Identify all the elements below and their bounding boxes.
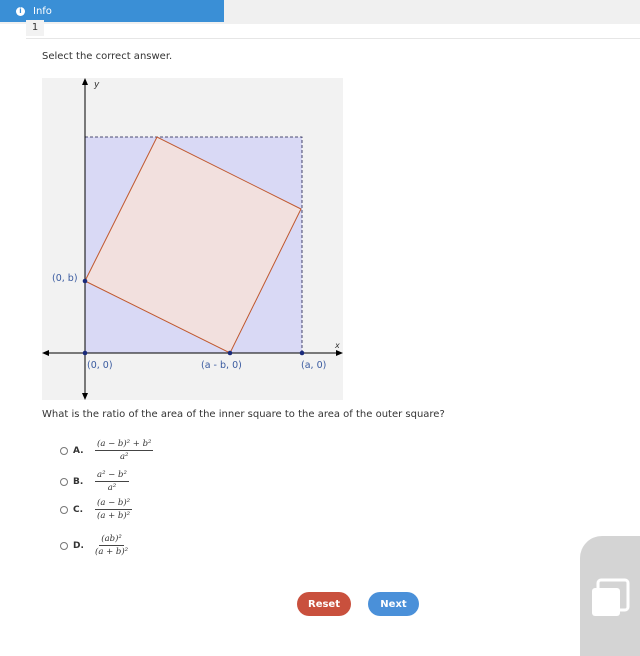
option-letter: A.: [73, 446, 84, 456]
radio-c[interactable]: [60, 506, 68, 514]
option-b-fraction: a² − b² a²: [95, 470, 129, 494]
radio-b[interactable]: [60, 478, 68, 486]
radio-a[interactable]: [60, 447, 68, 455]
denominator: a²: [107, 483, 117, 493]
option-b[interactable]: B. a² − b² a²: [60, 470, 129, 494]
option-a-fraction: (a − b)² + b² a²: [95, 439, 154, 463]
label-a-zero: (a, 0): [301, 360, 326, 371]
info-tab[interactable]: i Info: [0, 0, 224, 22]
next-button[interactable]: Next: [368, 592, 419, 616]
option-letter: B.: [73, 477, 84, 487]
option-letter: C.: [73, 505, 84, 515]
divider: [26, 38, 640, 39]
numerator: (a − b)²: [95, 498, 133, 510]
point-zero-b: [82, 278, 88, 284]
info-label: Info: [33, 5, 52, 17]
radio-d[interactable]: [60, 542, 68, 550]
option-d-fraction: (ab)² (a + b)²: [95, 534, 128, 558]
instruction-text: Select the correct answer.: [42, 51, 173, 62]
numerator: a² − b²: [95, 470, 129, 482]
denominator: a²: [119, 452, 129, 462]
reset-button[interactable]: Reset: [297, 592, 351, 616]
numerator: (ab)²: [99, 534, 124, 546]
label-zero-b: (0, b): [52, 273, 78, 284]
question-text: What is the ratio of the area of the inn…: [42, 409, 445, 420]
label-a-minus-b: (a - b, 0): [201, 360, 242, 371]
option-c-fraction: (a − b)² (a + b)²: [95, 498, 133, 522]
numerator: (a − b)² + b²: [95, 439, 154, 451]
point-a-zero: [299, 350, 305, 356]
coordinate-figure: y x (0, b) (0, 0) (a - b, 0) (a, 0): [42, 78, 343, 400]
y-axis-label: y: [93, 80, 100, 90]
point-origin: [82, 350, 88, 356]
label-origin: (0, 0): [87, 360, 113, 371]
option-c[interactable]: C. (a − b)² (a + b)²: [60, 498, 133, 522]
denominator: (a + b)²: [97, 511, 131, 521]
denominator: (a + b)²: [95, 547, 129, 557]
x-axis-label: x: [334, 341, 340, 350]
option-a[interactable]: A. (a − b)² + b² a²: [60, 439, 154, 463]
question-number: 1: [26, 20, 44, 36]
point-a-minus-b: [227, 350, 233, 356]
option-letter: D.: [73, 541, 84, 551]
option-d[interactable]: D. (ab)² (a + b)²: [60, 534, 128, 558]
info-icon: i: [16, 6, 25, 16]
copy-icon[interactable]: [592, 578, 632, 618]
